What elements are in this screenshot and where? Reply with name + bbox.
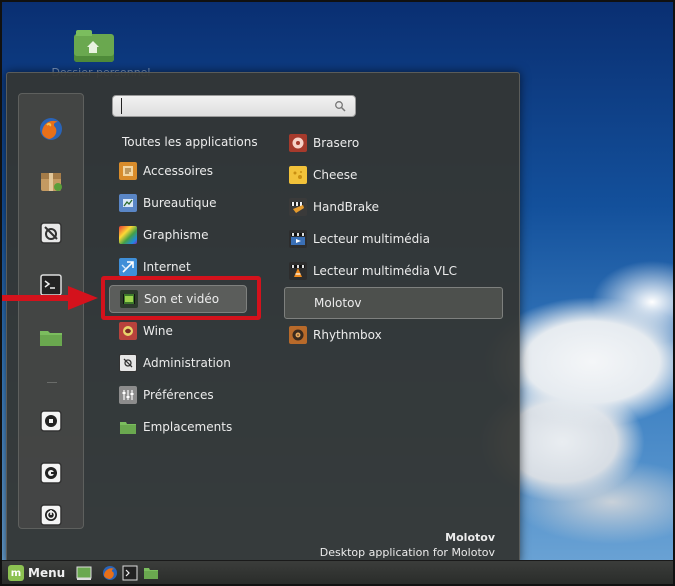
app-description-title: Molotov bbox=[445, 531, 495, 544]
app-description-text: Desktop application for Molotov bbox=[319, 546, 495, 559]
firefox-icon[interactable] bbox=[36, 114, 66, 144]
places-folder-icon bbox=[119, 418, 137, 436]
administration-icon bbox=[119, 354, 137, 372]
app-description-panel: Molotov Desktop application for Molotov bbox=[320, 531, 495, 559]
category-label: Internet bbox=[143, 260, 191, 274]
lock-screen-icon[interactable] bbox=[36, 406, 66, 436]
category-label: Préférences bbox=[143, 388, 214, 402]
app-label: Lecteur multimédia VLC bbox=[313, 264, 458, 278]
app-cheese[interactable]: Cheese bbox=[289, 163, 357, 187]
app-label: Molotov bbox=[314, 296, 362, 310]
show-desktop-icon[interactable] bbox=[76, 565, 92, 581]
favorites-separator bbox=[47, 382, 57, 383]
category-preferences[interactable]: Préférences bbox=[117, 383, 214, 407]
app-vlc[interactable]: Lecteur multimédia VLC bbox=[289, 259, 457, 283]
app-rhythmbox[interactable]: Rhythmbox bbox=[289, 323, 382, 347]
shutdown-icon[interactable] bbox=[36, 500, 66, 530]
search-input[interactable] bbox=[121, 98, 321, 114]
internet-icon bbox=[119, 258, 137, 276]
application-menu: Toutes les applications Accessoires Bure… bbox=[6, 72, 520, 564]
brasero-icon bbox=[289, 134, 307, 152]
taskbar-files-icon[interactable] bbox=[143, 565, 159, 581]
app-media-player[interactable]: Lecteur multimédia bbox=[289, 227, 430, 251]
favorites-bar bbox=[18, 93, 84, 529]
category-office[interactable]: Bureautique bbox=[117, 191, 217, 215]
category-places[interactable]: Emplacements bbox=[117, 415, 232, 439]
search-box[interactable] bbox=[112, 95, 356, 117]
category-graphics[interactable]: Graphisme bbox=[117, 223, 208, 247]
graphics-icon bbox=[119, 226, 137, 244]
category-label: Emplacements bbox=[143, 420, 233, 434]
app-label: Rhythmbox bbox=[313, 328, 382, 342]
taskbar-firefox-icon[interactable] bbox=[102, 565, 118, 581]
category-wine[interactable]: Wine bbox=[117, 319, 173, 343]
category-accessories[interactable]: Accessoires bbox=[117, 159, 213, 183]
cheese-icon bbox=[289, 166, 307, 184]
office-icon bbox=[119, 194, 137, 212]
category-label: Administration bbox=[143, 356, 231, 370]
logout-icon[interactable] bbox=[36, 458, 66, 488]
control-center-icon[interactable] bbox=[36, 218, 66, 248]
category-administration[interactable]: Administration bbox=[117, 351, 231, 375]
annotation-highlight-box bbox=[101, 276, 261, 320]
app-label: Brasero bbox=[313, 136, 360, 150]
app-label: Cheese bbox=[313, 168, 358, 182]
files-folder-icon[interactable] bbox=[36, 322, 66, 352]
home-folder-icon[interactable] bbox=[72, 30, 116, 64]
rhythmbox-icon bbox=[289, 326, 307, 344]
vlc-icon bbox=[289, 262, 307, 280]
media-player-icon bbox=[289, 230, 307, 248]
category-label: Accessoires bbox=[143, 164, 214, 178]
app-handbrake[interactable]: HandBrake bbox=[289, 195, 379, 219]
app-label: Lecteur multimédia bbox=[313, 232, 430, 246]
app-label: HandBrake bbox=[313, 200, 380, 214]
software-manager-icon[interactable] bbox=[36, 166, 66, 196]
search-icon bbox=[335, 101, 346, 112]
category-label: Wine bbox=[143, 324, 173, 338]
app-molotov[interactable]: Molotov bbox=[284, 287, 503, 319]
taskbar: m Menu bbox=[2, 560, 673, 584]
app-brasero[interactable]: Brasero bbox=[289, 131, 359, 155]
accessories-icon bbox=[119, 162, 137, 180]
taskbar-menu-button[interactable]: m Menu bbox=[8, 564, 65, 582]
taskbar-terminal-icon[interactable] bbox=[122, 565, 138, 581]
category-label: Graphisme bbox=[143, 228, 209, 242]
category-all-applications[interactable]: Toutes les applications bbox=[122, 135, 258, 149]
screen: Dossier personnel bbox=[0, 0, 675, 586]
category-label: Bureautique bbox=[143, 196, 217, 210]
wine-icon bbox=[119, 322, 137, 340]
preferences-icon bbox=[119, 386, 137, 404]
linux-mint-logo-icon: m bbox=[8, 565, 24, 581]
taskbar-menu-label: Menu bbox=[28, 566, 66, 580]
annotation-arrow-icon bbox=[2, 286, 98, 310]
handbrake-icon bbox=[289, 198, 307, 216]
